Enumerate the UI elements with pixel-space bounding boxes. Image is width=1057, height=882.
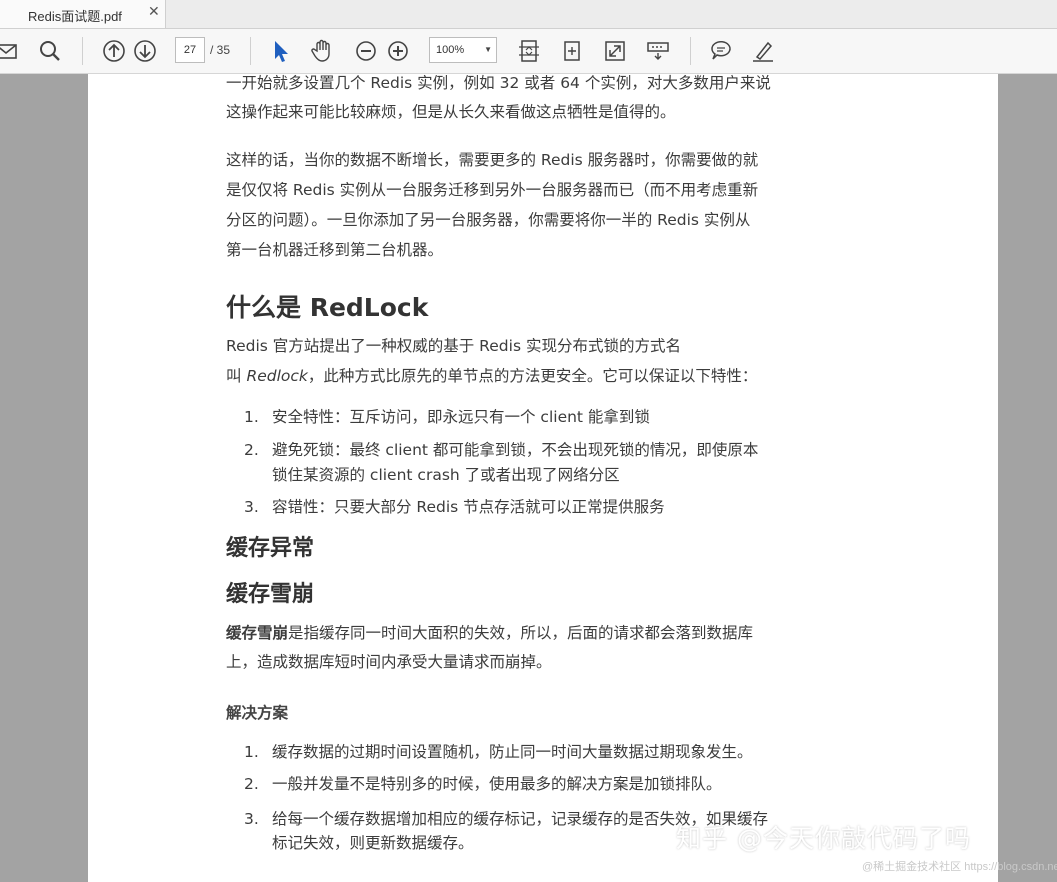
zoom-value: 100% bbox=[436, 44, 465, 56]
heading-solution: 解决方案 bbox=[226, 704, 289, 722]
paragraph-line: 叫 Redlock，此种方式比原先的单节点的方法更安全。它可以保证以下特性： bbox=[226, 361, 757, 391]
toolbar: 27 / 35 100% ▼ bbox=[0, 29, 1057, 74]
list-item: 容错性：只要大部分 Redis 节点存活就可以正常提供服务 bbox=[272, 498, 665, 516]
scroll-mode-icon[interactable] bbox=[644, 37, 672, 65]
list-number: 1. bbox=[244, 743, 259, 761]
text-run: 叫 bbox=[226, 367, 247, 385]
chevron-down-icon: ▼ bbox=[484, 45, 492, 54]
paragraph-line: 这样的话，当你的数据不断增长，需要更多的 Redis 服务器时，你需要做的就 bbox=[226, 151, 759, 169]
mail-icon[interactable] bbox=[0, 37, 20, 65]
text-run-italic: Redlock bbox=[246, 367, 308, 385]
list-number: 3. bbox=[244, 810, 259, 828]
list-number: 3. bbox=[244, 498, 259, 516]
heading-cache-exception: 缓存异常 bbox=[226, 536, 315, 561]
page-up-icon[interactable] bbox=[100, 37, 128, 65]
hand-icon[interactable] bbox=[309, 37, 337, 65]
list-item: 安全特性：互斥访问，即永远只有一个 client 能拿到锁 bbox=[272, 408, 650, 426]
search-icon[interactable] bbox=[36, 37, 64, 65]
zoom-select[interactable]: 100% ▼ bbox=[429, 37, 497, 63]
tab-bar: Redis面试题.pdf ✕ bbox=[0, 0, 1057, 29]
page-number-input[interactable]: 27 bbox=[175, 37, 205, 63]
select-pointer-icon[interactable] bbox=[266, 37, 294, 65]
tab-document[interactable]: Redis面试题.pdf ✕ bbox=[0, 0, 166, 28]
paragraph-line: 分区的问题）。一旦你添加了另一台服务器，你需要将你一半的 Redis 实例从 bbox=[226, 211, 751, 229]
text-run: 是指缓存同一时间大面积的失效，所以，后面的请求都会落到数据库 bbox=[288, 624, 754, 642]
paragraph-line: 缓存雪崩是指缓存同一时间大面积的失效，所以，后面的请求都会落到数据库 bbox=[226, 618, 753, 648]
comment-icon[interactable] bbox=[707, 37, 735, 65]
paragraph-line: 上，造成数据库短时间内承受大量请求而崩掉。 bbox=[226, 653, 552, 671]
list-item: 缓存数据的过期时间设置随机，防止同一时间大量数据过期现象发生。 bbox=[272, 743, 753, 761]
fullscreen-icon[interactable] bbox=[601, 37, 629, 65]
list-item-continuation: 锁住某资源的 client crash 了或者出现了网络分区 bbox=[272, 466, 620, 484]
tab-title: Redis面试题.pdf bbox=[28, 9, 122, 24]
list-item: 一般并发量不是特别多的时候，使用最多的解决方案是加锁排队。 bbox=[272, 775, 722, 793]
toolbar-divider bbox=[690, 37, 691, 65]
heading-cache-avalanche: 缓存雪崩 bbox=[226, 582, 315, 607]
paragraph-line: Redis 官方站提出了一种权威的基于 Redis 实现分布式锁的方式名 bbox=[226, 337, 681, 355]
heading-redlock: 什么是 RedLock bbox=[226, 293, 429, 322]
tab-close-icon[interactable]: ✕ bbox=[148, 4, 160, 20]
page-total: / 35 bbox=[210, 43, 231, 57]
paragraph-line: 第一台机器迁移到第二台机器。 bbox=[226, 241, 444, 259]
list-number: 2. bbox=[244, 775, 259, 793]
list-item-continuation: 标记失效，则更新数据缓存。 bbox=[272, 834, 474, 852]
paragraph-line: 是仅仅将 Redis 实例从一台服务迁移到另外一台服务器而已（而不用考虑重新 bbox=[226, 181, 759, 199]
zoom-out-icon[interactable] bbox=[352, 37, 380, 65]
sign-icon[interactable] bbox=[749, 37, 777, 65]
page-down-icon[interactable] bbox=[131, 37, 159, 65]
list-number: 2. bbox=[244, 441, 259, 459]
paragraph-line: 这操作起来可能比较麻烦，但是从长久来看做这点牺牲是值得的。 bbox=[226, 103, 676, 121]
toolbar-divider bbox=[250, 37, 251, 65]
zhihu-watermark: 知乎 @今天你敲代码了吗 bbox=[676, 824, 971, 853]
text-run-bold: 缓存雪崩 bbox=[226, 624, 289, 642]
pdf-page: 一开始就多设置几个 Redis 实例，例如 32 或者 64 个实例，对大多数用… bbox=[88, 74, 998, 882]
fit-page-icon[interactable] bbox=[515, 37, 543, 65]
list-number: 1. bbox=[244, 408, 259, 426]
text-run: ，此种方式比原先的单节点的方法更安全。它可以保证以下特性： bbox=[307, 367, 758, 385]
rotate-icon[interactable] bbox=[558, 37, 586, 65]
toolbar-divider bbox=[82, 37, 83, 65]
zoom-in-icon[interactable] bbox=[384, 37, 412, 65]
paragraph-line: 一开始就多设置几个 Redis 实例，例如 32 或者 64 个实例，对大多数用… bbox=[226, 74, 771, 92]
csdn-watermark: @稀土掘金技术社区 https://blog.csdn.net/libaiup bbox=[862, 861, 1057, 873]
document-viewer[interactable]: 一开始就多设置几个 Redis 实例，例如 32 或者 64 个实例，对大多数用… bbox=[0, 74, 1057, 882]
